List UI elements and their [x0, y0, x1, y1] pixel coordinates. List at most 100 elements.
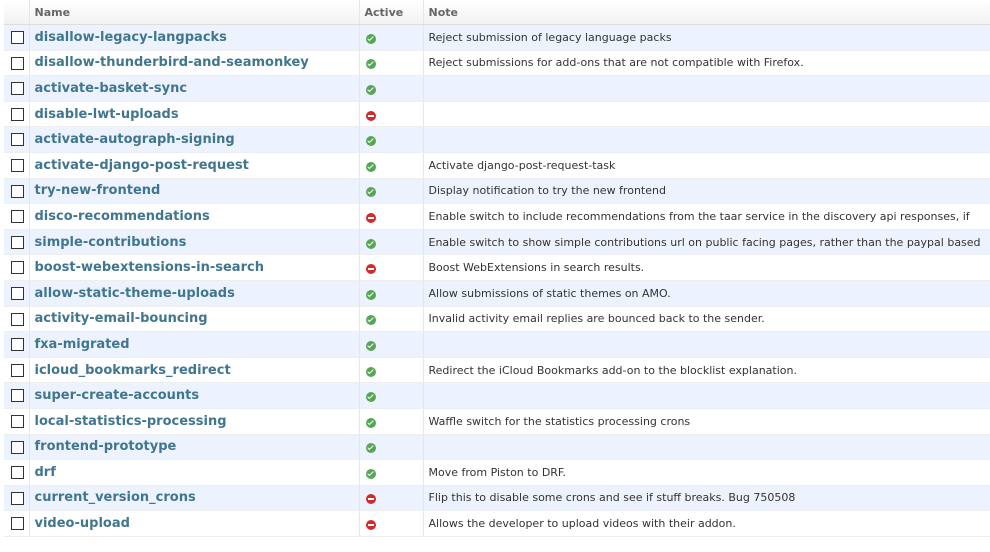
row-select-checkbox[interactable] — [10, 184, 24, 198]
row-select-checkbox[interactable] — [10, 286, 24, 300]
name-cell: current_version_crons — [29, 485, 360, 512]
switch-name-link[interactable]: disallow-thunderbird-and-seamonkey — [35, 55, 309, 70]
row-select-cell — [4, 434, 30, 461]
switch-name-link[interactable]: activate-django-post-request — [35, 158, 249, 173]
note-cell: Boost WebExtensions in search results. — [423, 254, 990, 281]
switch-name-link[interactable]: disable-lwt-uploads — [35, 107, 179, 122]
row-select-checkbox[interactable] — [10, 414, 24, 428]
table-row: icloud_bookmarks_redirect Redirect the iC… — [4, 357, 990, 384]
check-circle-icon — [365, 392, 376, 403]
row-select-checkbox[interactable] — [10, 363, 24, 377]
row-select-checkbox[interactable] — [10, 261, 24, 275]
switch-name-link[interactable]: allow-static-theme-uploads — [35, 286, 235, 301]
active-cell — [359, 306, 424, 333]
row-select-cell — [4, 306, 30, 333]
table-row: activate-basket-sync — [4, 75, 990, 102]
column-header-note[interactable]: Note — [423, 0, 990, 25]
switch-name-link[interactable]: video-upload — [35, 516, 130, 531]
row-select-checkbox[interactable] — [10, 82, 24, 96]
row-select-cell — [4, 152, 30, 179]
results-table-container: Name Active Note disallow-legacy-langpac… — [4, 0, 990, 552]
active-cell — [359, 126, 424, 153]
column-header-name[interactable]: Name — [29, 0, 360, 25]
switch-name-link[interactable]: activate-basket-sync — [35, 81, 188, 96]
row-select-checkbox[interactable] — [10, 56, 24, 70]
switch-name-link[interactable]: icloud_bookmarks_redirect — [35, 363, 231, 378]
switch-name-link[interactable]: activity-email-bouncing — [35, 311, 208, 326]
switch-name-link[interactable]: disco-recommendations — [35, 209, 210, 224]
column-header-active[interactable]: Active — [359, 0, 424, 25]
name-cell: fxa-migrated — [29, 331, 360, 358]
switch-note: Redirect the iCloud Bookmarks add-on to … — [428, 363, 797, 377]
table-row: try-new-frontend Display notification to … — [4, 178, 990, 205]
table-row: allow-static-theme-uploads Allow submissi… — [4, 280, 990, 307]
check-circle-icon — [365, 187, 376, 198]
check-circle-icon — [365, 33, 376, 44]
switch-note: Display notification to try the new fron… — [428, 184, 666, 198]
row-select-checkbox[interactable] — [10, 31, 24, 45]
table-row: disallow-thunderbird-and-seamonkey Reject… — [4, 50, 990, 77]
row-select-cell — [4, 126, 30, 153]
table-row: disco-recommendations Enable switch to in… — [4, 203, 990, 230]
active-cell — [359, 434, 424, 461]
row-select-cell — [4, 357, 30, 384]
switch-note: Activate django-post-request-task — [428, 158, 616, 172]
switch-name-link[interactable]: frontend-prototype — [35, 439, 177, 454]
switch-name-link[interactable]: super-create-accounts — [35, 388, 200, 403]
note-cell — [423, 382, 990, 409]
row-select-cell — [4, 229, 30, 256]
row-select-cell — [4, 459, 30, 486]
row-select-checkbox[interactable] — [10, 466, 24, 480]
switch-name-link[interactable]: fxa-migrated — [35, 337, 130, 352]
row-select-cell — [4, 382, 30, 409]
row-select-cell — [4, 24, 30, 51]
check-circle-icon — [365, 161, 376, 172]
switch-name-link[interactable]: boost-webextensions-in-search — [35, 260, 264, 275]
name-cell: drf — [29, 459, 360, 486]
name-cell: video-upload — [29, 510, 360, 537]
row-select-checkbox[interactable] — [10, 210, 24, 224]
switch-name-link[interactable]: current_version_crons — [35, 490, 196, 505]
table-row: super-create-accounts — [4, 382, 990, 409]
table-row: fxa-migrated — [4, 331, 990, 358]
row-select-checkbox[interactable] — [10, 517, 24, 531]
minus-circle-icon — [365, 494, 376, 505]
check-circle-icon — [365, 417, 376, 428]
note-cell — [423, 434, 990, 461]
switch-name-link[interactable]: local-statistics-processing — [35, 414, 227, 429]
check-circle-icon — [365, 443, 376, 454]
note-cell — [423, 126, 990, 153]
row-select-checkbox[interactable] — [10, 338, 24, 352]
switch-note: Waffle switch for the statistics process… — [428, 414, 691, 428]
switch-name-link[interactable]: simple-contributions — [35, 235, 187, 250]
row-select-checkbox[interactable] — [10, 107, 24, 121]
switch-name-link[interactable]: disallow-legacy-langpacks — [35, 30, 227, 45]
table-row: boost-webextensions-in-search Boost WebEx… — [4, 254, 990, 281]
switch-name-link[interactable]: try-new-frontend — [35, 183, 161, 198]
row-select-checkbox[interactable] — [10, 133, 24, 147]
row-select-cell — [4, 254, 30, 281]
note-cell: Enable switch to include recommendations… — [423, 203, 990, 230]
row-select-cell — [4, 203, 30, 230]
minus-circle-icon — [365, 520, 376, 531]
table-row: activate-django-post-request Activate dja… — [4, 152, 990, 179]
note-cell: Allow submissions of static themes on AM… — [423, 280, 990, 307]
check-circle-icon — [365, 59, 376, 70]
switch-note: Allows the developer to upload videos wi… — [428, 517, 736, 531]
row-select-checkbox[interactable] — [10, 235, 24, 249]
name-cell: disco-recommendations — [29, 203, 360, 230]
row-select-checkbox[interactable] — [10, 440, 24, 454]
switch-name-link[interactable]: drf — [35, 465, 56, 480]
row-select-checkbox[interactable] — [10, 491, 24, 505]
row-select-checkbox[interactable] — [10, 159, 24, 173]
switch-name-link[interactable]: activate-autograph-signing — [35, 132, 235, 147]
switch-note: Move from Piston to DRF. — [428, 465, 567, 479]
name-cell: frontend-prototype — [29, 434, 360, 461]
active-cell — [359, 459, 424, 486]
row-select-checkbox[interactable] — [10, 312, 24, 326]
note-cell: Activate django-post-request-task — [423, 152, 990, 179]
row-select-cell — [4, 485, 30, 512]
table-row: activate-autograph-signing — [4, 126, 990, 153]
row-select-checkbox[interactable] — [10, 389, 24, 403]
table-body: disallow-legacy-langpacks Reject submissi… — [4, 24, 990, 537]
